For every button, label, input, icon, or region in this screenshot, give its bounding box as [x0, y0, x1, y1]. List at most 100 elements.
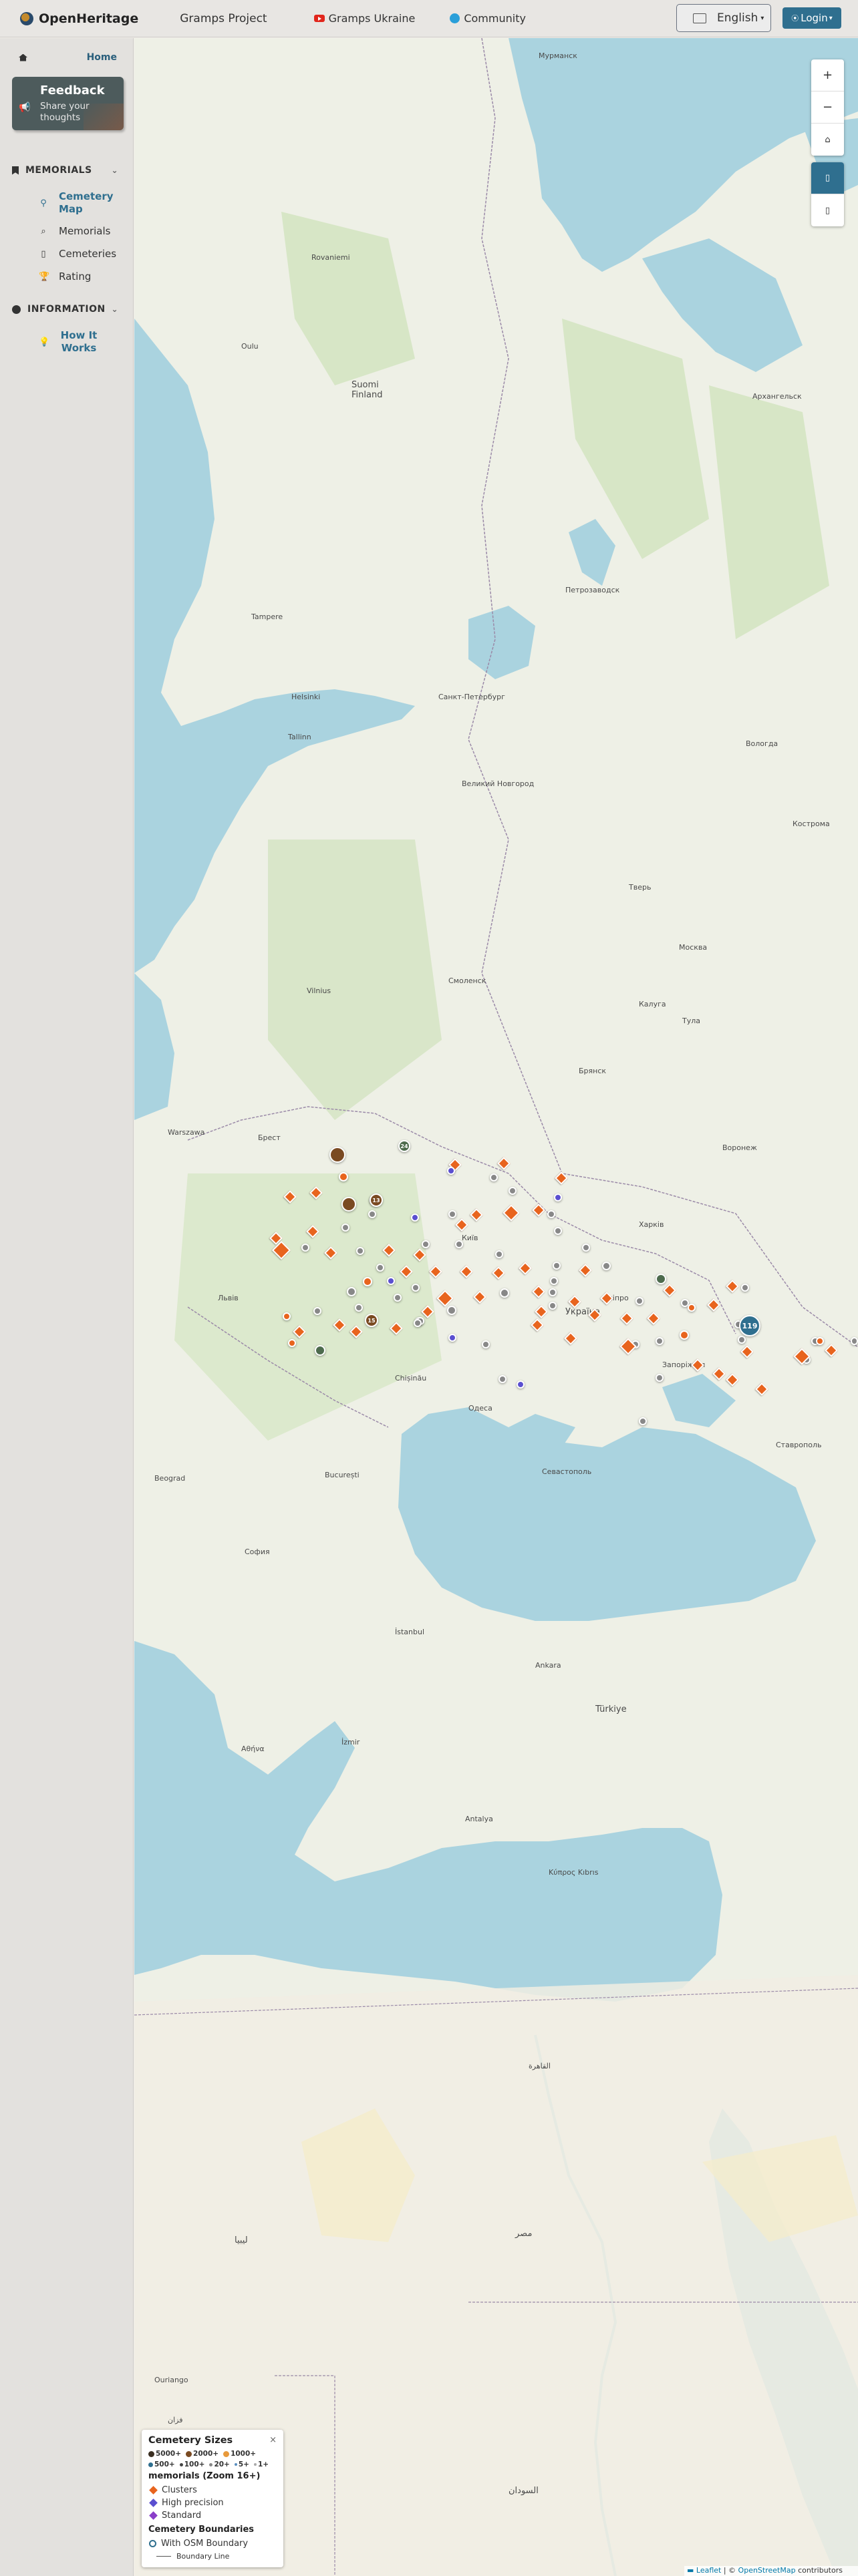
cemetery-cluster-marker[interactable] — [656, 1374, 664, 1382]
cemetery-cluster-marker[interactable] — [414, 1319, 422, 1327]
memorial-high-precision-marker[interactable] — [448, 1334, 456, 1342]
memorial-high-precision-marker[interactable] — [517, 1381, 525, 1389]
legend-standard: Standard — [148, 2509, 277, 2522]
cemetery-cluster-marker[interactable] — [447, 1306, 456, 1315]
information-section-toggle[interactable]: INFORMATION ⌄ — [0, 301, 133, 317]
memorial-high-precision-marker[interactable] — [554, 1193, 562, 1202]
language-dropdown[interactable]: English ▾ — [676, 4, 771, 32]
cemetery-cluster-marker[interactable] — [495, 1250, 503, 1258]
cemetery-cluster-marker[interactable] — [355, 1304, 363, 1312]
sidebar-item-how-it-works[interactable]: 💡 How It Works — [0, 329, 133, 355]
cemetery-cluster-marker[interactable] — [422, 1240, 430, 1248]
cemetery-cluster-marker[interactable] — [448, 1210, 456, 1218]
sidebar-item-cemeteries[interactable]: ▯ Cemeteries — [0, 244, 133, 264]
cluster-count: 119 — [742, 1321, 758, 1330]
zoom-in-button[interactable]: + — [811, 59, 844, 91]
cemetery-cluster-marker[interactable] — [288, 1339, 296, 1347]
map-label: Архангельск — [752, 392, 802, 401]
map-pin-icon: ⚲ — [40, 198, 47, 208]
cemetery-cluster-marker[interactable] — [635, 1297, 644, 1305]
cemetery-cluster-marker[interactable] — [482, 1340, 490, 1348]
cemetery-cluster-marker[interactable] — [509, 1187, 517, 1195]
legend-size-item: 20+ — [209, 2459, 230, 2470]
nav-gramps-project[interactable]: Gramps Project — [180, 12, 267, 25]
memorials-section-toggle[interactable]: MEMORIALS ⌄ — [0, 162, 133, 178]
leaflet-link[interactable]: ▬ Leaflet — [687, 2566, 721, 2575]
cemetery-cluster-marker[interactable] — [455, 1240, 463, 1248]
layers-icon: ▯ — [825, 173, 831, 183]
cemetery-cluster-marker[interactable] — [547, 1210, 555, 1218]
nav-gramps-ukraine[interactable]: Gramps Ukraine — [313, 12, 415, 25]
sidebar-item-rating[interactable]: 🏆 Rating — [0, 266, 133, 287]
cemetery-cluster-marker[interactable] — [498, 1375, 507, 1383]
cemetery-cluster-marker[interactable] — [550, 1277, 558, 1285]
map-label: Одеса — [468, 1404, 492, 1413]
nav-community[interactable]: Community — [450, 12, 526, 25]
fullscreen-button[interactable]: ▯ — [811, 194, 844, 226]
sidebar-item-memorials[interactable]: ⌕ Memorials — [0, 221, 133, 241]
locate-button[interactable]: ⌂ — [811, 124, 844, 156]
login-button[interactable]: ⦿ Login ▾ — [782, 7, 841, 29]
cemetery-cluster-marker[interactable] — [582, 1244, 590, 1252]
cemetery-cluster-marker[interactable] — [376, 1264, 384, 1272]
cemetery-cluster-marker[interactable] — [553, 1262, 561, 1270]
cemetery-cluster-marker[interactable] — [851, 1337, 858, 1345]
cemetery-cluster-marker[interactable] — [549, 1288, 557, 1296]
memorial-high-precision-marker[interactable] — [447, 1167, 455, 1175]
cemetery-cluster-marker[interactable] — [656, 1274, 666, 1284]
cemetery-cluster-marker[interactable] — [283, 1312, 291, 1320]
cemetery-cluster-marker[interactable] — [490, 1173, 498, 1181]
map-attribution: ▬ Leaflet | © OpenStreetMap contributors — [684, 2566, 858, 2576]
cemetery-cluster-marker[interactable] — [656, 1337, 664, 1345]
cemetery-map[interactable]: Мурманск Rovaniemi Архангельск Oulu Suom… — [134, 38, 858, 2576]
cemetery-cluster-marker[interactable] — [549, 1302, 557, 1310]
layer-toggle-button[interactable]: ▯ — [811, 162, 844, 194]
cemetery-cluster-marker[interactable] — [741, 1284, 749, 1292]
cemetery-cluster-marker[interactable]: 15 — [365, 1314, 378, 1327]
cemetery-cluster-marker[interactable] — [315, 1345, 325, 1356]
cemetery-cluster-marker[interactable] — [363, 1277, 372, 1286]
cemetery-cluster-marker[interactable] — [313, 1307, 321, 1315]
cemetery-cluster-marker[interactable] — [356, 1247, 364, 1255]
cemetery-cluster-marker[interactable] — [602, 1262, 611, 1270]
map-label: السودان — [509, 2486, 539, 2496]
cemetery-cluster-marker[interactable] — [639, 1417, 647, 1425]
map-label: Tallinn — [288, 733, 311, 741]
zoom-out-button[interactable]: − — [811, 91, 844, 124]
memorial-high-precision-marker[interactable] — [387, 1277, 395, 1285]
cemetery-cluster-marker[interactable] — [500, 1288, 509, 1298]
brand-link[interactable]: OpenHeritage — [20, 11, 138, 26]
diamond-icon — [149, 2499, 158, 2507]
memorial-high-precision-marker[interactable] — [411, 1214, 419, 1222]
cemetery-cluster-marker[interactable] — [329, 1147, 345, 1163]
map-label: Tampere — [251, 612, 283, 621]
cemetery-cluster-marker[interactable] — [341, 1224, 349, 1232]
cemetery-cluster-marker[interactable] — [554, 1227, 562, 1235]
cemetery-cluster-marker[interactable]: 24 — [398, 1140, 410, 1152]
cemetery-cluster-marker[interactable] — [412, 1284, 420, 1292]
cemetery-cluster-marker[interactable]: 119 — [739, 1315, 760, 1336]
osm-link[interactable]: OpenStreetMap — [738, 2566, 796, 2575]
cemetery-cluster-marker[interactable] — [680, 1330, 689, 1340]
cemetery-cluster-marker[interactable] — [339, 1172, 348, 1181]
sidebar-item-home[interactable]: Home — [0, 38, 133, 77]
cemetery-cluster-marker[interactable] — [368, 1210, 376, 1218]
cemetery-cluster-marker[interactable] — [816, 1337, 824, 1345]
cemetery-cluster-marker[interactable] — [688, 1304, 696, 1312]
zoom-controls: + − ⌂ — [811, 59, 844, 156]
size-label: 5+ — [238, 2460, 249, 2468]
map-legend: × Cemetery Sizes 5000+ 2000+ 1000+ 500+ … — [142, 2430, 283, 2567]
cluster-count: 15 — [368, 1317, 376, 1324]
close-icon[interactable]: × — [269, 2435, 277, 2445]
feedback-button[interactable]: 📢 Feedback Share your thoughts — [12, 77, 124, 130]
legend-label: With OSM Boundary — [161, 2539, 249, 2549]
cemetery-cluster-marker[interactable] — [394, 1294, 402, 1302]
cemetery-cluster-marker[interactable] — [301, 1244, 309, 1252]
cemetery-cluster-marker[interactable] — [738, 1336, 746, 1344]
cemetery-cluster-marker[interactable] — [341, 1197, 356, 1212]
cemetery-cluster-marker[interactable]: 13 — [370, 1193, 383, 1207]
sidebar-item-cemetery-map[interactable]: ⚲ Cemetery Map — [0, 190, 133, 216]
size-dot-icon — [223, 2450, 230, 2457]
cemetery-cluster-marker[interactable] — [347, 1287, 356, 1296]
diamond-icon — [149, 2511, 158, 2520]
